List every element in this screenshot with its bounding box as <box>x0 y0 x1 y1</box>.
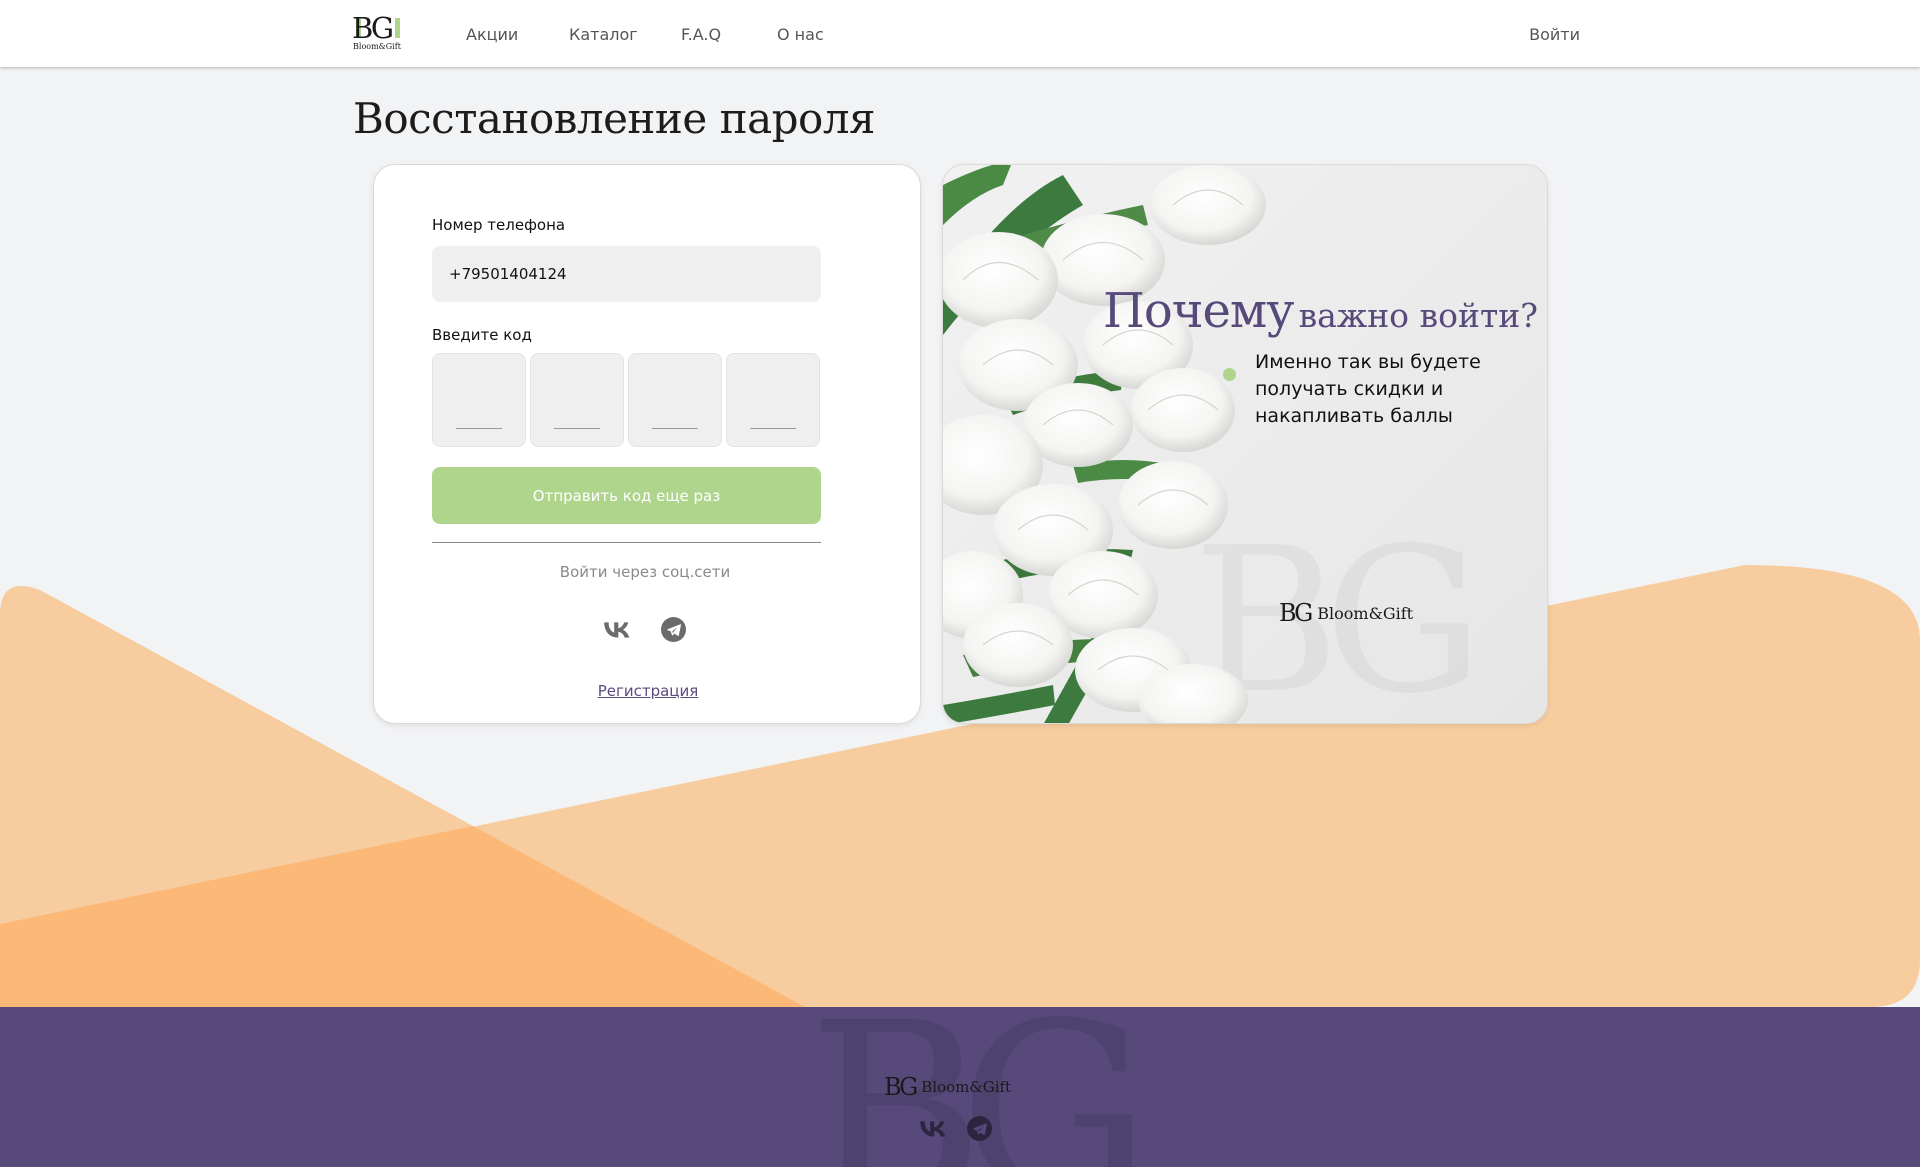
telegram-icon[interactable] <box>967 1116 992 1141</box>
code-label: Введите код <box>432 326 532 344</box>
divider <box>432 542 821 543</box>
telegram-icon[interactable] <box>661 617 686 642</box>
logo-mark: BG <box>352 11 394 45</box>
page-title: Восстановление пароля <box>353 94 876 143</box>
phone-label: Номер телефона <box>432 216 566 234</box>
promo-title-big: Почему <box>1103 283 1294 339</box>
footer-social-links <box>920 1116 992 1141</box>
footer: BG BG Bloom&Gift <box>0 1007 1920 1167</box>
logo-mark: BG <box>1279 599 1313 627</box>
vk-icon[interactable] <box>604 618 630 642</box>
nav-item-faq[interactable]: F.A.Q <box>681 25 721 44</box>
nav-item-promotions[interactable]: Акции <box>466 25 518 44</box>
logo-wordmark: Bloom&Gift <box>921 1078 1012 1096</box>
promo-text: Именно так вы будете получать скидки и н… <box>1255 351 1481 427</box>
footer-logo[interactable]: BG Bloom&Gift <box>884 1073 1011 1101</box>
register-link[interactable]: Регистрация <box>374 682 922 700</box>
promo-title: Почему важно войти? <box>1103 283 1538 339</box>
promo-logo: BG Bloom&Gift <box>1279 599 1413 627</box>
nav-item-catalog[interactable]: Каталог <box>569 25 638 44</box>
code-digit-input[interactable] <box>628 353 722 447</box>
tulips-illustration: BG <box>943 165 1489 723</box>
logo-wordmark: Bloom&Gift <box>1317 603 1414 623</box>
top-header: BG Bloom&Gift Акции Каталог F.A.Q О нас … <box>0 0 1920 67</box>
nav-item-about[interactable]: О нас <box>777 25 824 44</box>
code-digit-input[interactable] <box>530 353 624 447</box>
logo-wordmark: Bloom&Gift <box>353 42 401 51</box>
vk-icon[interactable] <box>920 1117 946 1141</box>
promo-title-small: важно войти? <box>1298 296 1538 335</box>
password-recovery-card: Номер телефона Введите код Отправить код… <box>373 164 921 724</box>
login-link[interactable]: Войти <box>1529 25 1580 44</box>
code-input-group <box>432 353 820 447</box>
code-digit-input[interactable] <box>432 353 526 447</box>
header-logo[interactable]: BG Bloom&Gift <box>352 11 408 52</box>
promo-card: BG Почему важно войти? Именно так вы буд… <box>942 164 1548 724</box>
resend-code-button[interactable]: Отправить код еще раз <box>432 467 821 524</box>
bullet-dot <box>1223 368 1236 381</box>
phone-input[interactable] <box>432 246 821 302</box>
social-login-label: Войти через соц.сети <box>559 563 731 581</box>
social-login-buttons <box>604 617 686 642</box>
logo-mark: BG <box>884 1073 918 1101</box>
code-digit-input[interactable] <box>726 353 820 447</box>
